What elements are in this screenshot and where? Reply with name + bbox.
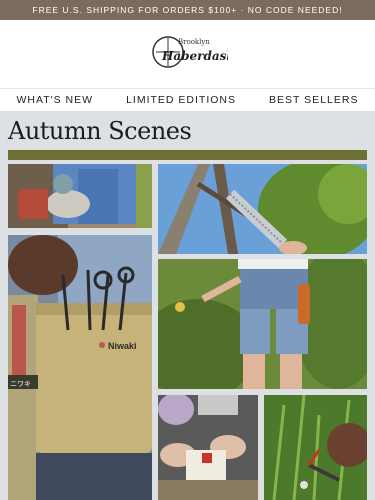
photo-gardener-sitting-art — [8, 164, 152, 228]
photo-hands-twine-art — [158, 395, 258, 500]
photo-garden-walk-art — [158, 259, 367, 389]
photo-niwaki-tool-bag-art: Niwaki ニワキ — [8, 235, 152, 500]
photo-pruning-plants-art — [264, 395, 367, 500]
photo-pruning-saw[interactable] — [158, 164, 367, 254]
autumn-scenes-section: Autumn Scenes Niwaki ニワキ — [0, 111, 375, 500]
bag-brand-label: Niwaki — [108, 341, 137, 351]
shipping-banner-text: FREE U.S. SHIPPING FOR ORDERS $100+ · NO… — [32, 5, 343, 15]
nav-whats-new[interactable]: WHAT'S NEW — [17, 94, 94, 106]
photo-garden-walk[interactable] — [158, 259, 367, 389]
bag-jp-label: ニワキ — [10, 380, 31, 388]
section-title: Autumn Scenes — [8, 117, 192, 145]
photo-niwaki-tool-bag[interactable]: Niwaki ニワキ — [8, 235, 152, 500]
logo-line2: Haberdashery — [161, 49, 228, 63]
header-logo-area: Brooklyn Haberdashery — [0, 20, 375, 88]
logo-line1: Brooklyn — [178, 38, 210, 46]
photo-hands-twine[interactable] — [158, 395, 258, 500]
accent-bar — [8, 150, 367, 160]
photo-pruning-saw-art — [158, 164, 367, 254]
photo-gardener-sitting[interactable] — [8, 164, 152, 228]
nav-best-sellers[interactable]: BEST SELLERS — [269, 94, 358, 106]
shipping-banner[interactable]: FREE U.S. SHIPPING FOR ORDERS $100+ · NO… — [0, 0, 375, 20]
logo-emblem: Brooklyn Haberdashery — [151, 36, 257, 68]
brand-logo[interactable]: Brooklyn Haberdashery — [148, 30, 257, 78]
photo-pruning-plants[interactable] — [264, 395, 367, 500]
nav-limited-editions[interactable]: LIMITED EDITIONS — [126, 94, 236, 106]
main-navigation: WHAT'S NEW LIMITED EDITIONS BEST SELLERS — [0, 88, 375, 112]
